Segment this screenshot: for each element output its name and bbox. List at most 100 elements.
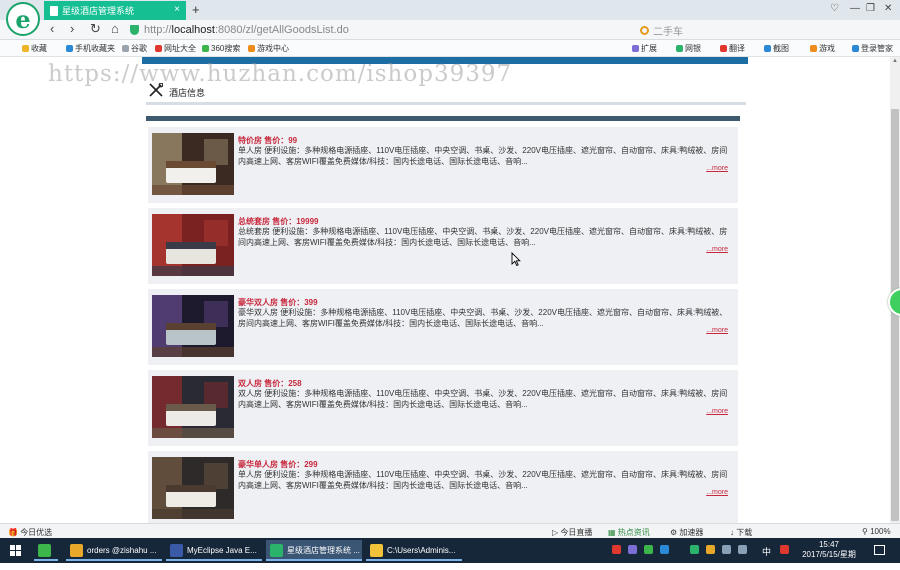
page-viewport[interactable]: https://www.huzhan.com/ishop39397 酒店信息 特… [0, 57, 890, 523]
section-title: 酒店信息 [169, 88, 206, 98]
bookmark-item[interactable]: 游戏中心 [248, 43, 289, 54]
room-card: 双人房 售价：258 双人房 便利设施：多种规格电源插座、110V电压插座、中央空… [148, 370, 738, 446]
forward-button[interactable]: › [70, 21, 74, 36]
room-photo[interactable] [152, 376, 234, 438]
url-input[interactable]: http://localhost:8080/zl/getAllGoodsList… [130, 22, 590, 38]
minimize-window-button[interactable]: — [850, 3, 860, 14]
tab-close-icon[interactable]: × [174, 4, 180, 15]
tray-volume-icon[interactable] [738, 545, 747, 554]
close-window-button[interactable]: ✕ [884, 3, 892, 14]
zoom-level[interactable]: ⚲ 100% [862, 527, 891, 536]
daily-picks-link[interactable]: 🎁 今日优选 [8, 527, 52, 538]
room-description: 豪华双人房 便利设施：多种规格电源插座、110V电压插座、中央空调、书桌、沙发、… [238, 308, 728, 328]
new-tab-button[interactable]: + [192, 2, 200, 17]
bookmark-item[interactable]: 收藏 [22, 43, 47, 54]
accelerator-label: 加速器 [679, 528, 704, 537]
browser-tab-active[interactable]: 星级酒店管理系统 × [44, 1, 186, 20]
browser-title-bar: 星级酒店管理系统 × + ♡ — ❐ ✕ [0, 0, 900, 20]
room-more-link[interactable]: ...more [706, 327, 728, 334]
zoom-value: 100% [870, 527, 891, 536]
clock-date: 2017/5/15/星期一 [802, 550, 856, 569]
browser-logo-icon: e [6, 2, 40, 36]
taskbar-app-icon [170, 544, 183, 557]
bookmark-item[interactable]: 360搜索 [202, 43, 240, 54]
tray-app-icon[interactable] [660, 545, 669, 554]
address-toolbar: ‹ › ↻ ⌂ http://localhost:8080/zl/getAllG… [0, 20, 900, 40]
room-card: 豪华双人房 售价：399 豪华双人房 便利设施：多种规格电源插座、110V电压插座… [148, 289, 738, 365]
tray-app-icon[interactable] [612, 545, 621, 554]
tray-security-icon[interactable] [706, 545, 715, 554]
room-card: 总统套房 售价：19999 总统套房 便利设施：多种规格电源插座、110V电压插座… [148, 208, 738, 284]
taskbar-app-label: 星级酒店管理系统 ... [287, 546, 360, 555]
room-card: 豪华单人房 售价：299 单人房 便利设施：多种规格电源插座、110V电压插座、中… [148, 451, 738, 523]
room-photo[interactable] [152, 133, 234, 195]
favorite-heart-icon[interactable]: ♡ [830, 3, 839, 14]
notification-center-icon[interactable] [874, 545, 885, 555]
toolbar-screenshot[interactable]: 截图 [764, 43, 789, 54]
bookmark-item[interactable]: 谷歌 [122, 43, 147, 54]
tray-network-icon[interactable] [722, 545, 731, 554]
taskbar-app[interactable]: MyEclipse Java E... [166, 540, 262, 561]
page-favicon-icon [50, 5, 58, 16]
section-divider [146, 102, 746, 105]
accelerator-link[interactable]: ⚙ 加速器 [670, 527, 703, 538]
room-photo[interactable] [152, 214, 234, 276]
system-clock[interactable]: 15:47 2017/5/15/星期一 [800, 540, 858, 570]
room-list-header-bar [146, 116, 740, 121]
taskbar-app-indicator [34, 559, 58, 561]
tab-title: 星级酒店管理系统 [62, 6, 135, 16]
room-photo[interactable] [152, 295, 234, 357]
section-header: 酒店信息 [146, 81, 746, 101]
search-placeholder: 二手车 [653, 26, 683, 38]
taskbar-app[interactable]: 星级酒店管理系统 ... [266, 540, 362, 561]
toolbar-extensions[interactable]: 扩展 [632, 43, 657, 54]
clock-time: 15:47 [818, 540, 840, 549]
taskbar-app-label: C:\Users\Adminis... [387, 546, 456, 555]
toolbar-online-banking[interactable]: 网银 [676, 43, 701, 54]
tray-app-icon[interactable] [644, 545, 653, 554]
room-more-link[interactable]: ...more [706, 165, 728, 172]
tray-app-icon[interactable] [628, 545, 637, 554]
restore-window-button[interactable]: ❐ [866, 3, 875, 14]
room-more-link[interactable]: ...more [706, 489, 728, 496]
room-description: 总统套房 便利设施：多种规格电源插座、110V电压插座、中央空调、书桌、沙发、2… [238, 227, 728, 247]
taskbar-app-indicator [366, 559, 462, 561]
live-link[interactable]: ▷ 今日直播 [552, 527, 592, 538]
search-input[interactable]: 二手车 [640, 22, 800, 38]
url-prefix: http:// [144, 24, 172, 36]
windows-taskbar: orders @zishahu ... MyEclipse Java E... 星级… [0, 538, 900, 569]
url-host: localhost [171, 24, 215, 36]
room-description: 双人房 便利设施：多种规格电源插座、110V电压插座、中央空调、书桌、沙发、22… [238, 389, 728, 409]
mouse-pointer-icon [511, 252, 521, 266]
tray-shield-icon[interactable] [690, 545, 699, 554]
windows-start-icon[interactable] [10, 545, 21, 556]
taskbar-app-icon [270, 544, 283, 557]
toolbar-login-manager[interactable]: 登录管家 [852, 43, 893, 54]
tray-input-method-icon[interactable] [780, 545, 789, 554]
room-photo[interactable] [152, 457, 234, 519]
taskbar-app-indicator [166, 559, 262, 561]
toolbar-translate[interactable]: 翻译 [720, 43, 745, 54]
room-description: 单人房 便利设施：多种规格电源插座、110V电压插座、中央空调、书桌、沙发、22… [238, 470, 728, 490]
hot-news-link[interactable]: ▦ 热点资讯 [608, 527, 650, 538]
taskbar-app[interactable]: orders @zishahu ... [66, 540, 162, 561]
room-card: 特价房 售价：99 单人房 便利设施：多种规格电源插座、110V电压插座、中央空调… [148, 127, 738, 203]
back-button[interactable]: ‹ [50, 21, 54, 36]
bookmark-item[interactable]: 手机收藏夹 [66, 43, 115, 54]
taskbar-app-icon [38, 544, 51, 557]
bookmark-item[interactable]: 网址大全 [155, 43, 196, 54]
reload-button[interactable]: ↻ [90, 21, 101, 37]
home-button[interactable]: ⌂ [111, 21, 119, 36]
room-description: 单人房 便利设施：多种规格电源插座、110V电压插座、中央空调、书桌、沙发、22… [238, 146, 728, 166]
taskbar-app[interactable] [34, 540, 58, 561]
taskbar-app[interactable]: C:\Users\Adminis... [366, 540, 462, 561]
downloads-link[interactable]: ↓ 下载 [730, 527, 752, 538]
toolbar-games[interactable]: 游戏 [810, 43, 835, 54]
scroll-up-arrow-icon[interactable]: ▲ [892, 58, 898, 64]
browser-status-bar: 🎁 今日优选 ▷ 今日直播 ▦ 热点资讯 ⚙ 加速器 ↓ 下载 ⚲ 100% [0, 523, 900, 538]
room-more-link[interactable]: ...more [706, 246, 728, 253]
ime-indicator[interactable]: 中 [762, 545, 771, 558]
room-more-link[interactable]: ...more [706, 408, 728, 415]
taskbar-app-indicator [66, 559, 162, 561]
secure-shield-icon [130, 25, 139, 35]
